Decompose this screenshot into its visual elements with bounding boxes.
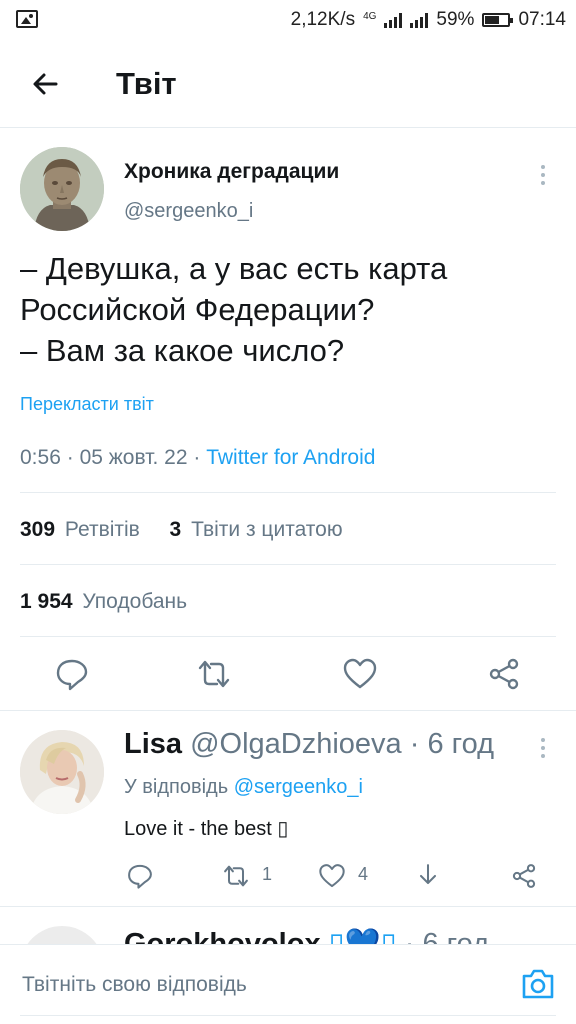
reply-author-name[interactable]: Lisa (124, 728, 182, 760)
reply-text: Love it - the best ▯ (124, 818, 289, 840)
app-header: Твіт (0, 40, 576, 128)
reply-to-handle[interactable]: @sergeenko_i (234, 776, 363, 798)
divider (20, 564, 556, 565)
like-icon[interactable] (342, 656, 378, 692)
reply-to-line: У відповідь @sergeenko_i (124, 776, 363, 799)
reply-compose-input[interactable]: Твітніть свою відповідь (22, 973, 247, 997)
status-right: 2,12K/s 4G 59% 07:14 (291, 8, 566, 32)
author-handle[interactable]: @sergeenko_i (124, 200, 253, 223)
tweet-source-link[interactable]: Twitter for Android (206, 446, 375, 469)
battery-percent: 59% (436, 9, 475, 30)
page-title: Твіт (116, 66, 177, 101)
author-name[interactable]: Хроника деградации (124, 160, 339, 184)
divider (20, 492, 556, 493)
retweet-stats: 309 Ретвітів 3 Твіти з цитатою (20, 518, 343, 542)
divider (0, 710, 576, 711)
reply-more-options-icon[interactable] (534, 736, 552, 760)
reply-separator: · (409, 728, 420, 760)
network-type: 4G (363, 10, 377, 22)
next-reply-emoji: ▯💙▯ (328, 928, 397, 944)
next-reply[interactable]: Gorokhovolox ▯💙▯ · 6 год (0, 920, 576, 944)
next-reply-header: Gorokhovolox ▯💙▯ · 6 год (124, 926, 489, 944)
reply-header: Lisa @OlgaDzhioeva · 6 год (124, 728, 494, 761)
author-avatar[interactable] (20, 147, 104, 231)
bust-portrait-image (20, 147, 104, 231)
reply-to-prefix: У відповідь (124, 776, 229, 798)
retweets-stat[interactable]: 309 Ретвітів (20, 518, 140, 541)
quotes-stat[interactable]: 3 Твіти з цитатою (170, 518, 343, 541)
divider (20, 636, 556, 637)
retweet-icon[interactable] (196, 656, 232, 692)
reply-avatar[interactable] (20, 730, 104, 814)
image-notification-icon (16, 10, 38, 28)
reply-share-icon[interactable] (510, 862, 538, 890)
likes-label: Уподобань (82, 590, 188, 613)
tweet-text-line: – Девушка, а у вас есть карта (20, 251, 448, 286)
signal-icon (384, 12, 403, 28)
status-bar: 2,12K/s 4G 59% 07:14 (0, 0, 576, 40)
signal-2-icon (410, 12, 429, 28)
tweet-time: 0:56 (20, 446, 61, 469)
compose-underline (20, 1015, 556, 1016)
divider (0, 906, 576, 907)
retweets-label: Ретвітів (64, 518, 140, 541)
tweet-text-line: Российской Федерации? (20, 292, 375, 327)
reply-avatar-photo (20, 730, 104, 814)
translate-tweet-link[interactable]: Перекласти твіт (20, 394, 154, 415)
meta-separator: · (193, 446, 201, 469)
tweet-meta: 0:56 · 05 жовт. 22 · Twitter for Android (20, 446, 375, 470)
next-reply-age: 6 год (422, 928, 490, 944)
tweet-text: – Девушка, а у вас есть карта Российской… (20, 248, 560, 371)
reply-retweet-icon[interactable] (222, 862, 250, 890)
reply-retweet-count: 1 (262, 864, 273, 884)
next-reply-author-name[interactable]: Gorokhovolox (124, 928, 321, 944)
tweet-text-line: – Вам за какое число? (20, 333, 345, 368)
reply-actions: 1 4 (124, 858, 564, 894)
tweet-date: 05 жовт. 22 (79, 446, 188, 469)
share-icon[interactable] (486, 656, 522, 692)
reply-icon[interactable] (54, 656, 90, 692)
download-icon[interactable] (414, 862, 442, 890)
reply-author-handle[interactable]: @OlgaDzhioeva (190, 728, 402, 760)
meta-separator: · (66, 446, 74, 469)
quotes-label: Твіти з цитатою (191, 518, 343, 541)
camera-icon[interactable] (520, 967, 556, 1001)
retweets-count: 309 (20, 518, 56, 541)
next-reply-separator: · (404, 928, 415, 944)
network-speed: 2,12K/s (290, 9, 356, 30)
likes-count: 1 954 (20, 590, 73, 613)
back-arrow-icon[interactable] (26, 64, 66, 104)
more-options-icon[interactable] (534, 163, 552, 187)
compose-bar: Твітніть свою відповідь (0, 944, 576, 1024)
tweet-actions (0, 650, 576, 700)
battery-icon (482, 13, 514, 27)
likes-stat[interactable]: 1 954 Уподобань (20, 590, 187, 614)
reply-comment-icon[interactable] (126, 862, 154, 890)
reply-like-icon[interactable] (318, 862, 346, 890)
reply-age: 6 год (427, 728, 495, 760)
clock: 07:14 (518, 9, 566, 30)
next-reply-avatar[interactable] (20, 926, 104, 944)
reply-like-count: 4 (358, 864, 369, 884)
quotes-count: 3 (169, 518, 182, 541)
